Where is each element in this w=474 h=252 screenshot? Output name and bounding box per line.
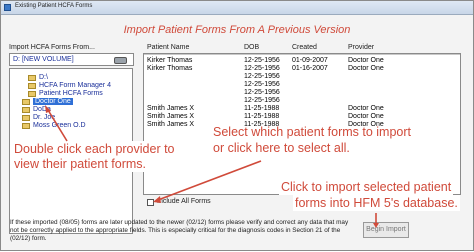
table-row[interactable]: Kirker Thomas 12-25-1956 01-09-2007 Doct… — [144, 57, 460, 65]
table-row[interactable]: Kirker Thomas 12-25-1956 01-16-2007 Doct… — [144, 65, 460, 73]
import-note: If these imported (08/05) forms are late… — [10, 219, 349, 242]
table-row[interactable]: 12-25-1956 — [144, 81, 460, 89]
include-all-label[interactable]: Include All Forms — [157, 198, 211, 205]
title-bar: Existing Patient HCFA Forms — [1, 1, 473, 15]
folder-icon — [28, 91, 36, 97]
table-row[interactable]: 12-25-1956 — [144, 97, 460, 105]
callout-import-line1: Click to import selected patient — [279, 179, 454, 195]
dialog-window: Existing Patient HCFA Forms Import Patie… — [0, 0, 474, 251]
drive-value: D: [NEW VOLUME] — [13, 56, 74, 63]
folder-icon — [28, 75, 36, 81]
folder-icon — [22, 123, 30, 129]
folder-icon — [22, 99, 30, 105]
col-header-patient-name[interactable]: Patient Name — [147, 44, 189, 51]
window-title: Existing Patient HCFA Forms — [15, 3, 93, 9]
folder-icon — [28, 83, 36, 89]
table-row[interactable]: 12-25-1956 — [144, 73, 460, 81]
folder-icon — [22, 107, 30, 113]
col-header-provider[interactable]: Provider — [348, 44, 374, 51]
callout-select-line1: Select which patient forms to import — [213, 125, 411, 139]
patient-forms-list[interactable]: Kirker Thomas 12-25-1956 01-09-2007 Doct… — [143, 53, 461, 195]
drive-icon — [114, 57, 127, 64]
table-row[interactable]: Smith James X 11-25-1988 Doctor One — [144, 105, 460, 113]
col-header-dob[interactable]: DOB — [244, 44, 259, 51]
list-divider — [144, 54, 460, 55]
callout-import-line2: forms into HFM 5's database. — [293, 195, 460, 211]
folder-icon — [22, 115, 30, 121]
table-row[interactable]: 12-25-1956 — [144, 89, 460, 97]
import-from-label: Import HCFA Forms From... — [9, 44, 95, 51]
col-header-created[interactable]: Created — [292, 44, 317, 51]
begin-import-button[interactable]: Begin Import — [363, 222, 409, 238]
app-icon — [4, 4, 11, 11]
include-all-checkbox[interactable] — [147, 199, 154, 206]
callout-select-line2: or click here to select all. — [213, 141, 350, 155]
callout-provider-line2: view their patient forms. — [12, 156, 148, 172]
page-heading: Import Patient Forms From A Previous Ver… — [123, 24, 351, 36]
callout-provider-line1: Double click each provider to — [12, 141, 177, 157]
table-row[interactable]: Smith James X 11-25-1988 Doctor One — [144, 113, 460, 121]
